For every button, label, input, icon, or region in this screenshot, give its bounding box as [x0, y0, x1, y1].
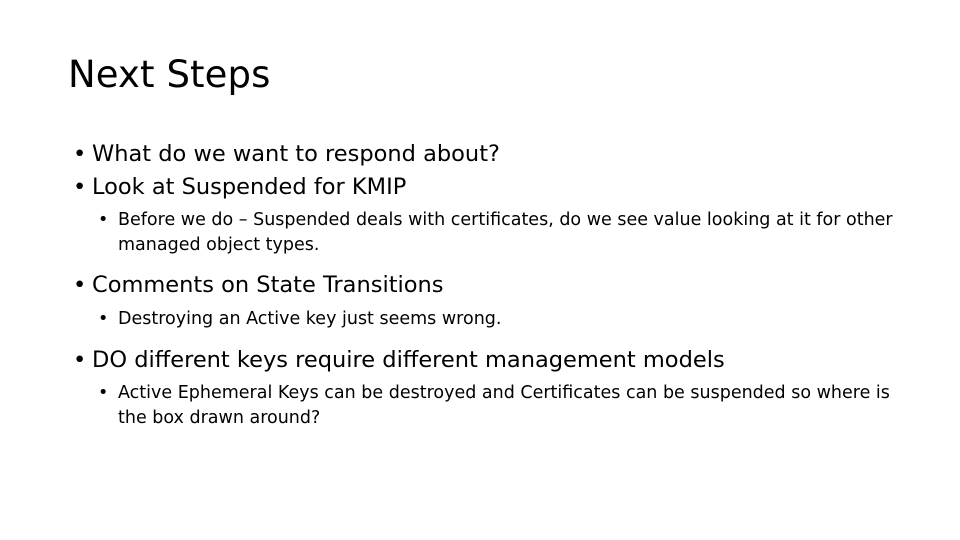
bullet-item-level1: • DO different keys require different ma…: [62, 346, 902, 376]
bullet-dot-icon: •: [73, 346, 87, 373]
bullet-dot-icon: •: [98, 383, 109, 404]
bullet-item-level1: • What do we want to respond about?: [62, 140, 902, 170]
bullet-list-level1: • What do we want to respond about?: [62, 140, 902, 170]
bullet-list-level2: • Active Ephemeral Keys can be destroyed…: [62, 381, 902, 430]
bullet-item-level2: • Active Ephemeral Keys can be destroyed…: [82, 381, 902, 430]
bullet-list-level1: • DO different keys require different ma…: [62, 346, 902, 376]
bullet-item-level2: • Before we do – Suspended deals with ce…: [82, 208, 902, 257]
bullet-group: • DO different keys require different ma…: [62, 346, 902, 431]
bullet-group: • What do we want to respond about?: [62, 140, 902, 170]
bullet-dot-icon: •: [98, 309, 109, 330]
page-title: Next Steps: [68, 53, 271, 96]
bullet-dot-icon: •: [73, 141, 87, 167]
bullet-list-level1: • Comments on State Transitions: [62, 271, 902, 301]
bullet-list-level1: • Look at Suspended for KMIP: [62, 173, 902, 203]
bullet-text-level1: Look at Suspended for KMIP: [92, 173, 407, 200]
bullet-list-level2: • Destroying an Active key just seems wr…: [62, 307, 902, 332]
bullet-group: • Look at Suspended for KMIP • Before we…: [62, 173, 902, 258]
bullet-group: • Comments on State Transitions • Destro…: [62, 271, 902, 331]
slide: Next Steps • What do we want to respond …: [0, 0, 960, 540]
bullet-text-level2: Destroying an Active key just seems wron…: [118, 309, 502, 330]
bullet-dot-icon: •: [73, 173, 87, 200]
bullet-text-level1: Comments on State Transitions: [92, 272, 444, 299]
bullet-dot-icon: •: [98, 210, 109, 231]
bullet-item-level1: • Comments on State Transitions: [62, 271, 902, 301]
bullet-text-level2: Active Ephemeral Keys can be destroyed a…: [118, 383, 890, 428]
bullet-dot-icon: •: [73, 272, 87, 299]
bullet-item-level2: • Destroying an Active key just seems wr…: [82, 307, 902, 332]
bullet-item-level1: • Look at Suspended for KMIP: [62, 173, 902, 203]
bullet-text-level1: DO different keys require different mana…: [92, 346, 725, 373]
bullet-text-level2: Before we do – Suspended deals with cert…: [118, 210, 893, 255]
bullet-text-level1: What do we want to respond about?: [92, 141, 500, 167]
bullet-list-level2: • Before we do – Suspended deals with ce…: [62, 208, 902, 257]
slide-body: • What do we want to respond about? • Lo…: [62, 140, 902, 444]
